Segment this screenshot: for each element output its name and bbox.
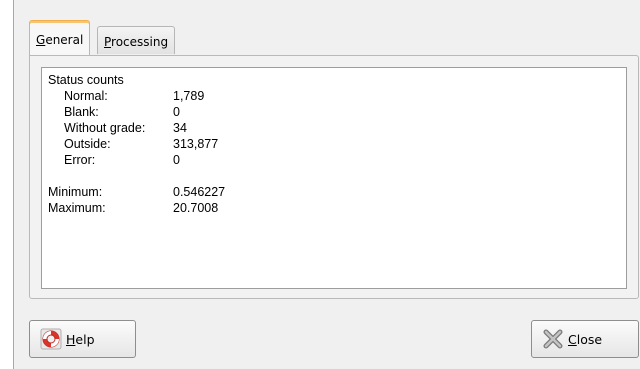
count-row-error: Error: 0 — [48, 152, 626, 168]
count-row-normal: Normal: 1,789 — [48, 88, 626, 104]
tab-processing[interactable]: Processing — [97, 26, 176, 54]
statistics-dialog: General Processing Status counts Normal:… — [13, 0, 640, 369]
count-value: 0 — [173, 153, 180, 167]
close-button[interactable]: Close — [531, 320, 639, 358]
statistics-text-area[interactable]: Status counts Normal: 1,789 Blank: 0 Wit… — [41, 67, 627, 289]
count-value: 0 — [173, 105, 180, 119]
count-row-without-grade: Without grade: 34 — [48, 120, 626, 136]
help-button-mnemonic: H — [66, 331, 76, 347]
close-x-icon — [542, 328, 564, 350]
count-label: Outside: — [64, 137, 111, 151]
close-button-label: lose — [576, 331, 603, 347]
count-label: Without grade: — [64, 121, 146, 135]
count-label: Normal: — [64, 89, 108, 103]
count-value: 1,789 — [173, 89, 205, 103]
minimum-row: Minimum: 0.546227 — [48, 184, 626, 200]
minimum-value: 0.546227 — [173, 185, 226, 199]
help-button-label: elp — [75, 331, 95, 347]
tab-processing-label: rocessing — [111, 35, 169, 49]
maximum-label: Maximum: — [48, 201, 106, 215]
count-label: Error: — [64, 153, 96, 167]
count-row-blank: Blank: 0 — [48, 104, 626, 120]
close-button-mnemonic: C — [568, 331, 577, 347]
lifebuoy-icon — [40, 328, 62, 350]
maximum-row: Maximum: 20.7008 — [48, 200, 626, 216]
count-value: 313,877 — [173, 137, 219, 151]
general-tab-panel: Status counts Normal: 1,789 Blank: 0 Wit… — [29, 55, 639, 299]
tab-general[interactable]: General — [29, 20, 91, 55]
help-button[interactable]: Help — [29, 320, 136, 358]
tab-general-mnemonic: G — [36, 33, 46, 47]
maximum-value: 20.7008 — [173, 201, 219, 215]
tab-processing-mnemonic: P — [104, 35, 112, 49]
count-value: 34 — [173, 121, 187, 135]
count-label: Blank: — [64, 105, 99, 119]
status-counts-heading: Status counts — [48, 73, 124, 87]
status-counts-heading-row: Status counts — [48, 72, 626, 88]
minimum-label: Minimum: — [48, 185, 103, 199]
tab-general-label: eneral — [45, 33, 84, 47]
count-row-outside: Outside: 313,877 — [48, 136, 626, 152]
